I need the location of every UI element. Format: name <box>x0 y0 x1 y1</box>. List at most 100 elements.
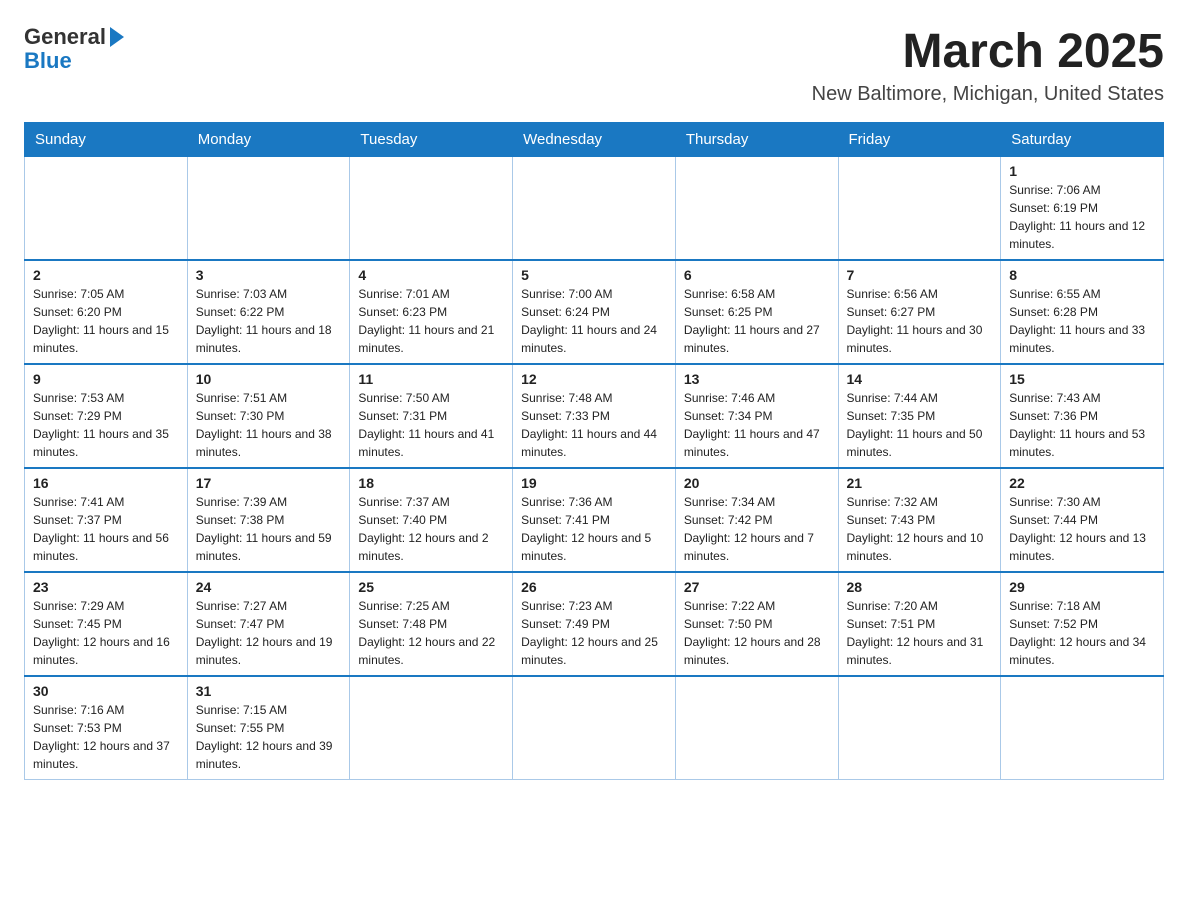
day-info: Sunrise: 7:20 AMSunset: 7:51 PMDaylight:… <box>847 597 993 669</box>
day-info: Sunrise: 7:27 AMSunset: 7:47 PMDaylight:… <box>196 597 342 669</box>
calendar-cell: 18 Sunrise: 7:37 AMSunset: 7:40 PMDayligh… <box>350 468 513 572</box>
location-text: New Baltimore, Michigan, United States <box>812 83 1164 106</box>
day-info: Sunrise: 7:22 AMSunset: 7:50 PMDaylight:… <box>684 597 830 669</box>
calendar-cell: 23Sunrise: 7:29 AMSunset: 7:45 PMDayligh… <box>25 572 188 676</box>
calendar-cell: 10 Sunrise: 7:51 AMSunset: 7:30 PMDayligh… <box>187 364 350 468</box>
calendar-cell: 29Sunrise: 7:18 AMSunset: 7:52 PMDayligh… <box>1001 572 1164 676</box>
day-info: Sunrise: 7:37 AMSunset: 7:40 PMDaylight:… <box>358 493 504 565</box>
calendar-week-row: 9Sunrise: 7:53 AMSunset: 7:29 PMDaylight… <box>25 364 1164 468</box>
calendar-cell <box>675 676 838 780</box>
day-number: 23 <box>33 579 179 595</box>
day-number: 8 <box>1009 267 1155 283</box>
day-info: Sunrise: 7:00 AMSunset: 6:24 PMDaylight:… <box>521 285 667 357</box>
day-number: 31 <box>196 683 342 699</box>
calendar-cell: 24 Sunrise: 7:27 AMSunset: 7:47 PMDayligh… <box>187 572 350 676</box>
calendar-cell <box>513 157 676 261</box>
logo-triangle-icon <box>110 27 124 47</box>
col-header-thursday: Thursday <box>675 123 838 157</box>
day-number: 3 <box>196 267 342 283</box>
day-number: 19 <box>521 475 667 491</box>
day-info: Sunrise: 7:51 AMSunset: 7:30 PMDaylight:… <box>196 389 342 461</box>
day-number: 18 <box>358 475 504 491</box>
calendar-table: SundayMondayTuesdayWednesdayThursdayFrid… <box>24 122 1164 780</box>
day-number: 28 <box>847 579 993 595</box>
day-number: 20 <box>684 475 830 491</box>
day-number: 2 <box>33 267 179 283</box>
calendar-cell: 16Sunrise: 7:41 AMSunset: 7:37 PMDayligh… <box>25 468 188 572</box>
calendar-cell: 2 Sunrise: 7:05 AMSunset: 6:20 PMDaylight… <box>25 260 188 364</box>
day-number: 11 <box>358 371 504 387</box>
day-info: Sunrise: 7:16 AMSunset: 7:53 PMDaylight:… <box>33 701 179 773</box>
day-info: Sunrise: 7:05 AMSunset: 6:20 PMDaylight:… <box>33 285 179 357</box>
day-number: 9 <box>33 371 179 387</box>
day-number: 22 <box>1009 475 1155 491</box>
calendar-cell: 5 Sunrise: 7:00 AMSunset: 6:24 PMDaylight… <box>513 260 676 364</box>
calendar-header-row: SundayMondayTuesdayWednesdayThursdayFrid… <box>25 123 1164 157</box>
calendar-cell: 19 Sunrise: 7:36 AMSunset: 7:41 PMDayligh… <box>513 468 676 572</box>
day-number: 7 <box>847 267 993 283</box>
col-header-friday: Friday <box>838 123 1001 157</box>
day-number: 10 <box>196 371 342 387</box>
day-info: Sunrise: 7:30 AMSunset: 7:44 PMDaylight:… <box>1009 493 1155 565</box>
calendar-cell: 17 Sunrise: 7:39 AMSunset: 7:38 PMDayligh… <box>187 468 350 572</box>
day-info: Sunrise: 7:15 AMSunset: 7:55 PMDaylight:… <box>196 701 342 773</box>
day-info: Sunrise: 7:25 AMSunset: 7:48 PMDaylight:… <box>358 597 504 669</box>
day-number: 30 <box>33 683 179 699</box>
day-info: Sunrise: 7:34 AMSunset: 7:42 PMDaylight:… <box>684 493 830 565</box>
calendar-week-row: 30 Sunrise: 7:16 AMSunset: 7:53 PMDayligh… <box>25 676 1164 780</box>
day-number: 5 <box>521 267 667 283</box>
logo-general-text: General <box>24 24 106 50</box>
day-info: Sunrise: 6:56 AMSunset: 6:27 PMDaylight:… <box>847 285 993 357</box>
day-number: 15 <box>1009 371 1155 387</box>
calendar-cell: 30 Sunrise: 7:16 AMSunset: 7:53 PMDayligh… <box>25 676 188 780</box>
calendar-cell: 3 Sunrise: 7:03 AMSunset: 6:22 PMDaylight… <box>187 260 350 364</box>
day-info: Sunrise: 7:06 AMSunset: 6:19 PMDaylight:… <box>1009 181 1155 253</box>
calendar-cell <box>350 676 513 780</box>
day-info: Sunrise: 7:39 AMSunset: 7:38 PMDaylight:… <box>196 493 342 565</box>
calendar-cell <box>838 157 1001 261</box>
calendar-cell: 28 Sunrise: 7:20 AMSunset: 7:51 PMDayligh… <box>838 572 1001 676</box>
day-number: 25 <box>358 579 504 595</box>
day-info: Sunrise: 7:36 AMSunset: 7:41 PMDaylight:… <box>521 493 667 565</box>
day-info: Sunrise: 7:50 AMSunset: 7:31 PMDaylight:… <box>358 389 504 461</box>
col-header-saturday: Saturday <box>1001 123 1164 157</box>
calendar-cell: 27 Sunrise: 7:22 AMSunset: 7:50 PMDayligh… <box>675 572 838 676</box>
day-number: 27 <box>684 579 830 595</box>
calendar-cell: 13Sunrise: 7:46 AMSunset: 7:34 PMDayligh… <box>675 364 838 468</box>
calendar-cell <box>187 157 350 261</box>
calendar-cell: 7 Sunrise: 6:56 AMSunset: 6:27 PMDaylight… <box>838 260 1001 364</box>
day-number: 1 <box>1009 163 1155 179</box>
day-number: 26 <box>521 579 667 595</box>
day-number: 29 <box>1009 579 1155 595</box>
day-number: 24 <box>196 579 342 595</box>
day-number: 12 <box>521 371 667 387</box>
title-area: March 2025 New Baltimore, Michigan, Unit… <box>812 24 1164 106</box>
day-number: 21 <box>847 475 993 491</box>
calendar-week-row: 2 Sunrise: 7:05 AMSunset: 6:20 PMDaylight… <box>25 260 1164 364</box>
calendar-cell: 15Sunrise: 7:43 AMSunset: 7:36 PMDayligh… <box>1001 364 1164 468</box>
calendar-week-row: 23Sunrise: 7:29 AMSunset: 7:45 PMDayligh… <box>25 572 1164 676</box>
calendar-cell: 1 Sunrise: 7:06 AMSunset: 6:19 PMDaylight… <box>1001 157 1164 261</box>
day-number: 4 <box>358 267 504 283</box>
calendar-cell: 25 Sunrise: 7:25 AMSunset: 7:48 PMDayligh… <box>350 572 513 676</box>
day-info: Sunrise: 7:41 AMSunset: 7:37 PMDaylight:… <box>33 493 179 565</box>
calendar-cell: 9Sunrise: 7:53 AMSunset: 7:29 PMDaylight… <box>25 364 188 468</box>
day-number: 17 <box>196 475 342 491</box>
calendar-week-row: 1 Sunrise: 7:06 AMSunset: 6:19 PMDaylight… <box>25 157 1164 261</box>
calendar-cell: 21Sunrise: 7:32 AMSunset: 7:43 PMDayligh… <box>838 468 1001 572</box>
day-number: 6 <box>684 267 830 283</box>
page-header: General Blue March 2025 New Baltimore, M… <box>24 24 1164 106</box>
day-number: 14 <box>847 371 993 387</box>
col-header-sunday: Sunday <box>25 123 188 157</box>
calendar-cell: 11 Sunrise: 7:50 AMSunset: 7:31 PMDayligh… <box>350 364 513 468</box>
calendar-cell <box>513 676 676 780</box>
day-info: Sunrise: 7:03 AMSunset: 6:22 PMDaylight:… <box>196 285 342 357</box>
day-info: Sunrise: 7:01 AMSunset: 6:23 PMDaylight:… <box>358 285 504 357</box>
calendar-week-row: 16Sunrise: 7:41 AMSunset: 7:37 PMDayligh… <box>25 468 1164 572</box>
calendar-cell: 6Sunrise: 6:58 AMSunset: 6:25 PMDaylight… <box>675 260 838 364</box>
month-title: March 2025 <box>812 24 1164 79</box>
calendar-cell: 20 Sunrise: 7:34 AMSunset: 7:42 PMDayligh… <box>675 468 838 572</box>
calendar-cell: 8Sunrise: 6:55 AMSunset: 6:28 PMDaylight… <box>1001 260 1164 364</box>
calendar-cell <box>25 157 188 261</box>
col-header-tuesday: Tuesday <box>350 123 513 157</box>
